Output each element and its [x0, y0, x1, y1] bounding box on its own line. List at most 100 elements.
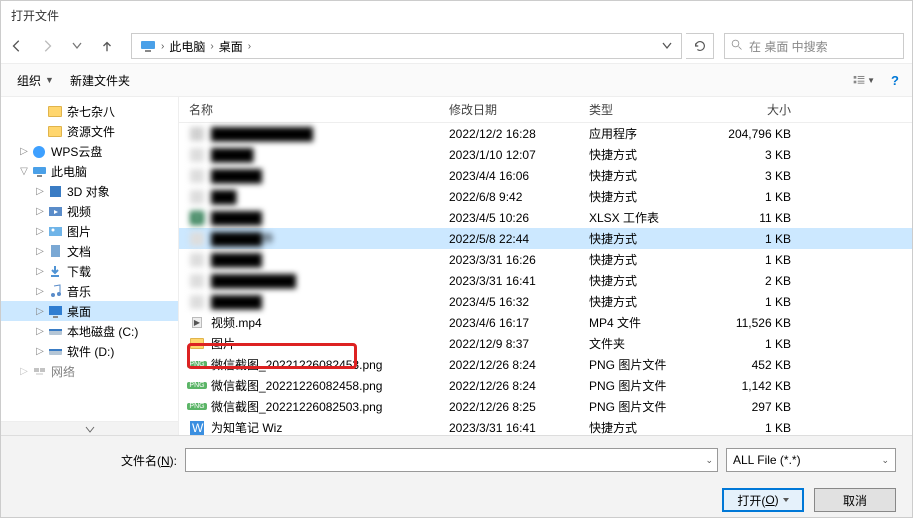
file-type: MP4 文件 — [579, 314, 699, 331]
address-dropdown[interactable] — [657, 42, 677, 50]
file-name: ██████ — [211, 253, 262, 267]
expand-icon[interactable]: ▷ — [33, 206, 47, 217]
file-date: 2022/12/26 8:24 — [439, 358, 579, 372]
file-row[interactable]: PNG微信截图_20221226082453.png2022/12/26 8:2… — [179, 354, 912, 375]
expand-icon[interactable]: ▷ — [33, 226, 47, 237]
header-type[interactable]: 类型 — [579, 101, 699, 118]
tree-item[interactable]: 杂七杂八 — [1, 101, 178, 121]
chevron-right-icon[interactable]: › — [248, 41, 251, 52]
tree-item[interactable]: ▷3D 对象 — [1, 181, 178, 201]
recent-dropdown[interactable] — [69, 38, 85, 54]
expand-icon[interactable]: ▷ — [33, 306, 47, 317]
videos-icon — [47, 203, 63, 219]
refresh-button[interactable] — [686, 33, 714, 59]
expand-icon[interactable]: ▷ — [33, 346, 47, 357]
header-name[interactable]: 名称 — [179, 101, 439, 118]
header-date[interactable]: 修改日期 — [439, 101, 579, 118]
breadcrumb-pc[interactable]: 此电脑 — [165, 34, 209, 58]
file-size: 1 KB — [699, 253, 809, 267]
file-row[interactable]: ██████2023/4/5 16:32快捷方式1 KB — [179, 291, 912, 312]
expand-icon[interactable]: ▷ — [33, 286, 47, 297]
file-type: 文件夹 — [579, 335, 699, 352]
folder-icon — [47, 123, 63, 139]
filename-input[interactable]: ⌄ — [185, 448, 718, 472]
file-name: ██████ — [211, 169, 262, 183]
tree-item[interactable]: ▷文档 — [1, 241, 178, 261]
wiz-icon: W — [189, 420, 205, 436]
file-row[interactable]: █████2023/1/10 12:07快捷方式3 KB — [179, 144, 912, 165]
chevron-down-icon[interactable]: ⌄ — [881, 455, 889, 466]
tree-item[interactable]: ▷下载 — [1, 261, 178, 281]
file-row[interactable]: ██████2023/3/31 16:26快捷方式1 KB — [179, 249, 912, 270]
open-button[interactable]: 打开(O) — [722, 488, 804, 512]
tree-item[interactable]: ▷本地磁盘 (C:) — [1, 321, 178, 341]
expand-icon[interactable]: ▷ — [33, 246, 47, 257]
file-row[interactable]: ██████2023/4/4 16:06快捷方式3 KB — [179, 165, 912, 186]
tree-item[interactable]: 资源文件 — [1, 121, 178, 141]
file-date: 2023/4/5 16:32 — [439, 295, 579, 309]
collapse-icon[interactable]: ▽ — [17, 166, 31, 177]
file-row[interactable]: W为知笔记 Wiz2023/3/31 16:41快捷方式1 KB — [179, 417, 912, 437]
help-button[interactable]: ? — [886, 71, 904, 89]
tree-item[interactable]: ▷视频 — [1, 201, 178, 221]
file-type: 快捷方式 — [579, 272, 699, 289]
cancel-button[interactable]: 取消 — [814, 488, 896, 512]
tree-item[interactable]: ▷图片 — [1, 221, 178, 241]
navigation-bar: › 此电脑 › 桌面 › 在 桌面 中搜索 — [1, 29, 912, 63]
expand-icon[interactable]: ▷ — [33, 326, 47, 337]
pc-icon[interactable] — [136, 34, 160, 58]
png-icon: PNG — [189, 357, 205, 373]
lnk-icon — [189, 168, 205, 184]
address-bar[interactable]: › 此电脑 › 桌面 › — [131, 33, 682, 59]
filter-label: ALL File (*.*) — [733, 453, 801, 467]
documents-icon — [47, 243, 63, 259]
organize-button[interactable]: 组织 ▼ — [9, 68, 62, 93]
file-type: 快捷方式 — [579, 293, 699, 310]
tree-item[interactable]: ▽此电脑 — [1, 161, 178, 181]
file-date: 2023/4/5 10:26 — [439, 211, 579, 225]
expand-icon[interactable]: ▷ — [17, 146, 31, 157]
tree-item[interactable]: ▷音乐 — [1, 281, 178, 301]
file-type: XLSX 工作表 — [579, 209, 699, 226]
tree-item[interactable]: ▷网络 — [1, 361, 178, 381]
tree-item[interactable]: ▷桌面 — [1, 301, 178, 321]
file-type: PNG 图片文件 — [579, 356, 699, 373]
breadcrumb-desktop[interactable]: 桌面 — [215, 34, 247, 58]
file-row[interactable]: PNG微信截图_20221226082503.png2022/12/26 8:2… — [179, 396, 912, 417]
file-name: 视频.mp4 — [211, 314, 262, 331]
svg-text:W: W — [192, 421, 204, 435]
forward-button[interactable] — [39, 38, 55, 54]
file-row[interactable]: ███2022/6/8 9:42快捷方式1 KB — [179, 186, 912, 207]
file-row[interactable]: ████████████2022/12/2 16:28应用程序204,796 K… — [179, 123, 912, 144]
bottom-panel: 文件名(N): ⌄ ALL File (*.*) ⌄ 打开(O) 取消 — [1, 435, 912, 517]
file-row[interactable]: PNG微信截图_20221226082458.png2022/12/26 8:2… — [179, 375, 912, 396]
chevron-right-icon[interactable]: › — [161, 41, 164, 52]
expand-icon[interactable]: ▷ — [33, 266, 47, 277]
header-size[interactable]: 大小 — [699, 101, 809, 118]
file-row[interactable]: ██████件2022/5/8 22:44快捷方式1 KB — [179, 228, 912, 249]
back-button[interactable] — [9, 38, 25, 54]
expand-icon[interactable]: ▷ — [33, 186, 47, 197]
new-folder-button[interactable]: 新建文件夹 — [62, 68, 138, 93]
file-type: 快捷方式 — [579, 251, 699, 268]
view-options-button[interactable]: ▼ — [852, 70, 876, 90]
png-icon: PNG — [189, 378, 205, 394]
expand-icon[interactable]: ▷ — [17, 366, 31, 377]
file-row[interactable]: 图片2022/12/9 8:37文件夹1 KB — [179, 333, 912, 354]
file-row[interactable]: ██████████2023/3/31 16:41快捷方式2 KB — [179, 270, 912, 291]
file-date: 2023/4/6 16:17 — [439, 316, 579, 330]
file-row[interactable]: X██████2023/4/5 10:26XLSX 工作表11 KB — [179, 207, 912, 228]
file-date: 2022/12/2 16:28 — [439, 127, 579, 141]
chevron-right-icon[interactable]: › — [210, 41, 213, 52]
search-placeholder: 在 桌面 中搜索 — [749, 38, 828, 55]
file-row[interactable]: ▶视频.mp42023/4/6 16:17MP4 文件11,526 KB — [179, 312, 912, 333]
file-date: 2023/3/31 16:41 — [439, 274, 579, 288]
search-input[interactable]: 在 桌面 中搜索 — [724, 33, 904, 59]
up-button[interactable] — [99, 38, 115, 54]
chevron-down-icon[interactable]: ⌄ — [705, 455, 713, 466]
tree-item[interactable]: ▷WPS云盘 — [1, 141, 178, 161]
tree-item[interactable]: ▷软件 (D:) — [1, 341, 178, 361]
file-size: 1 KB — [699, 337, 809, 351]
filetype-filter[interactable]: ALL File (*.*) ⌄ — [726, 448, 896, 472]
file-name: ██████████ — [211, 274, 296, 288]
